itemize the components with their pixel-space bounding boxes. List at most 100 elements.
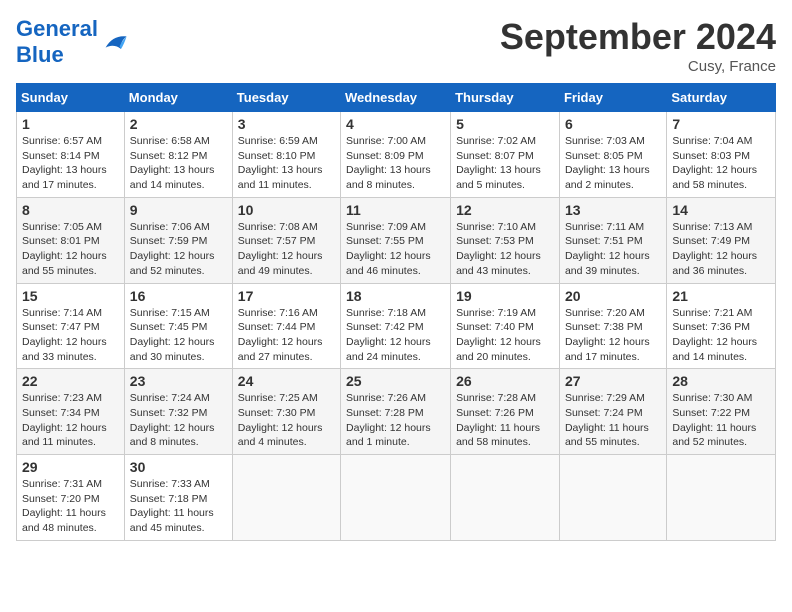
- day-number: 28: [672, 373, 770, 389]
- day-detail: Sunrise: 6:59 AM Sunset: 8:10 PM Dayligh…: [238, 134, 335, 193]
- logo-bird-icon: [100, 28, 128, 56]
- day-number: 3: [238, 116, 335, 132]
- day-number: 29: [22, 459, 119, 475]
- calendar-cell: 6 Sunrise: 7:03 AM Sunset: 8:05 PM Dayli…: [559, 112, 666, 198]
- day-detail: Sunrise: 7:10 AM Sunset: 7:53 PM Dayligh…: [456, 220, 554, 279]
- day-number: 12: [456, 202, 554, 218]
- calendar-cell: 26 Sunrise: 7:28 AM Sunset: 7:26 PM Dayl…: [451, 369, 560, 455]
- day-number: 25: [346, 373, 445, 389]
- day-detail: Sunrise: 7:09 AM Sunset: 7:55 PM Dayligh…: [346, 220, 445, 279]
- day-detail: Sunrise: 7:20 AM Sunset: 7:38 PM Dayligh…: [565, 306, 661, 365]
- calendar-cell: 13 Sunrise: 7:11 AM Sunset: 7:51 PM Dayl…: [559, 197, 666, 283]
- logo-general: General: [16, 16, 98, 41]
- calendar-cell: [667, 455, 776, 541]
- calendar-cell: 21 Sunrise: 7:21 AM Sunset: 7:36 PM Dayl…: [667, 283, 776, 369]
- day-detail: Sunrise: 6:57 AM Sunset: 8:14 PM Dayligh…: [22, 134, 119, 193]
- day-detail: Sunrise: 7:18 AM Sunset: 7:42 PM Dayligh…: [346, 306, 445, 365]
- day-number: 20: [565, 288, 661, 304]
- calendar-cell: 14 Sunrise: 7:13 AM Sunset: 7:49 PM Dayl…: [667, 197, 776, 283]
- calendar-cell: 7 Sunrise: 7:04 AM Sunset: 8:03 PM Dayli…: [667, 112, 776, 198]
- calendar-week-row: 15 Sunrise: 7:14 AM Sunset: 7:47 PM Dayl…: [17, 283, 776, 369]
- month-title: September 2024: [500, 16, 776, 58]
- day-number: 13: [565, 202, 661, 218]
- calendar-cell: 19 Sunrise: 7:19 AM Sunset: 7:40 PM Dayl…: [451, 283, 560, 369]
- day-number: 4: [346, 116, 445, 132]
- header-thursday: Thursday: [451, 84, 560, 112]
- day-detail: Sunrise: 7:02 AM Sunset: 8:07 PM Dayligh…: [456, 134, 554, 193]
- calendar-week-row: 29 Sunrise: 7:31 AM Sunset: 7:20 PM Dayl…: [17, 455, 776, 541]
- day-number: 7: [672, 116, 770, 132]
- day-number: 11: [346, 202, 445, 218]
- calendar-cell: [232, 455, 340, 541]
- day-detail: Sunrise: 7:03 AM Sunset: 8:05 PM Dayligh…: [565, 134, 661, 193]
- calendar-cell: 18 Sunrise: 7:18 AM Sunset: 7:42 PM Dayl…: [341, 283, 451, 369]
- days-header-row: Sunday Monday Tuesday Wednesday Thursday…: [17, 84, 776, 112]
- day-number: 19: [456, 288, 554, 304]
- calendar-week-row: 8 Sunrise: 7:05 AM Sunset: 8:01 PM Dayli…: [17, 197, 776, 283]
- calendar-cell: 30 Sunrise: 7:33 AM Sunset: 7:18 PM Dayl…: [124, 455, 232, 541]
- header-tuesday: Tuesday: [232, 84, 340, 112]
- day-detail: Sunrise: 7:26 AM Sunset: 7:28 PM Dayligh…: [346, 391, 445, 450]
- calendar-cell: 22 Sunrise: 7:23 AM Sunset: 7:34 PM Dayl…: [17, 369, 125, 455]
- calendar-cell: 20 Sunrise: 7:20 AM Sunset: 7:38 PM Dayl…: [559, 283, 666, 369]
- day-detail: Sunrise: 7:29 AM Sunset: 7:24 PM Dayligh…: [565, 391, 661, 450]
- day-number: 18: [346, 288, 445, 304]
- day-number: 16: [130, 288, 227, 304]
- calendar-cell: 16 Sunrise: 7:15 AM Sunset: 7:45 PM Dayl…: [124, 283, 232, 369]
- day-detail: Sunrise: 7:19 AM Sunset: 7:40 PM Dayligh…: [456, 306, 554, 365]
- day-detail: Sunrise: 6:58 AM Sunset: 8:12 PM Dayligh…: [130, 134, 227, 193]
- header-sunday: Sunday: [17, 84, 125, 112]
- calendar-cell: 4 Sunrise: 7:00 AM Sunset: 8:09 PM Dayli…: [341, 112, 451, 198]
- day-detail: Sunrise: 7:23 AM Sunset: 7:34 PM Dayligh…: [22, 391, 119, 450]
- calendar-cell: [341, 455, 451, 541]
- logo-text: General Blue: [16, 16, 98, 68]
- calendar-cell: 5 Sunrise: 7:02 AM Sunset: 8:07 PM Dayli…: [451, 112, 560, 198]
- calendar-table: Sunday Monday Tuesday Wednesday Thursday…: [16, 83, 776, 541]
- header-saturday: Saturday: [667, 84, 776, 112]
- day-number: 10: [238, 202, 335, 218]
- calendar-week-row: 1 Sunrise: 6:57 AM Sunset: 8:14 PM Dayli…: [17, 112, 776, 198]
- day-detail: Sunrise: 7:13 AM Sunset: 7:49 PM Dayligh…: [672, 220, 770, 279]
- calendar-cell: 24 Sunrise: 7:25 AM Sunset: 7:30 PM Dayl…: [232, 369, 340, 455]
- day-number: 6: [565, 116, 661, 132]
- calendar-cell: 8 Sunrise: 7:05 AM Sunset: 8:01 PM Dayli…: [17, 197, 125, 283]
- calendar-cell: 11 Sunrise: 7:09 AM Sunset: 7:55 PM Dayl…: [341, 197, 451, 283]
- calendar-cell: 9 Sunrise: 7:06 AM Sunset: 7:59 PM Dayli…: [124, 197, 232, 283]
- calendar-week-row: 22 Sunrise: 7:23 AM Sunset: 7:34 PM Dayl…: [17, 369, 776, 455]
- calendar-cell: 17 Sunrise: 7:16 AM Sunset: 7:44 PM Dayl…: [232, 283, 340, 369]
- title-block: September 2024 Cusy, France: [500, 16, 776, 75]
- day-detail: Sunrise: 7:08 AM Sunset: 7:57 PM Dayligh…: [238, 220, 335, 279]
- day-detail: Sunrise: 7:16 AM Sunset: 7:44 PM Dayligh…: [238, 306, 335, 365]
- header-wednesday: Wednesday: [341, 84, 451, 112]
- day-detail: Sunrise: 7:30 AM Sunset: 7:22 PM Dayligh…: [672, 391, 770, 450]
- logo-blue: Blue: [16, 42, 64, 67]
- calendar-cell: 25 Sunrise: 7:26 AM Sunset: 7:28 PM Dayl…: [341, 369, 451, 455]
- calendar-cell: 28 Sunrise: 7:30 AM Sunset: 7:22 PM Dayl…: [667, 369, 776, 455]
- day-number: 9: [130, 202, 227, 218]
- day-number: 1: [22, 116, 119, 132]
- day-number: 5: [456, 116, 554, 132]
- page-header: General Blue September 2024 Cusy, France: [16, 16, 776, 75]
- day-detail: Sunrise: 7:21 AM Sunset: 7:36 PM Dayligh…: [672, 306, 770, 365]
- day-detail: Sunrise: 7:33 AM Sunset: 7:18 PM Dayligh…: [130, 477, 227, 536]
- day-number: 15: [22, 288, 119, 304]
- day-number: 2: [130, 116, 227, 132]
- calendar-cell: 27 Sunrise: 7:29 AM Sunset: 7:24 PM Dayl…: [559, 369, 666, 455]
- day-detail: Sunrise: 7:28 AM Sunset: 7:26 PM Dayligh…: [456, 391, 554, 450]
- calendar-cell: 1 Sunrise: 6:57 AM Sunset: 8:14 PM Dayli…: [17, 112, 125, 198]
- calendar-cell: 3 Sunrise: 6:59 AM Sunset: 8:10 PM Dayli…: [232, 112, 340, 198]
- day-number: 17: [238, 288, 335, 304]
- calendar-cell: 12 Sunrise: 7:10 AM Sunset: 7:53 PM Dayl…: [451, 197, 560, 283]
- day-detail: Sunrise: 7:14 AM Sunset: 7:47 PM Dayligh…: [22, 306, 119, 365]
- calendar-cell: 2 Sunrise: 6:58 AM Sunset: 8:12 PM Dayli…: [124, 112, 232, 198]
- day-detail: Sunrise: 7:15 AM Sunset: 7:45 PM Dayligh…: [130, 306, 227, 365]
- logo: General Blue: [16, 16, 128, 68]
- header-friday: Friday: [559, 84, 666, 112]
- day-number: 30: [130, 459, 227, 475]
- calendar-cell: 29 Sunrise: 7:31 AM Sunset: 7:20 PM Dayl…: [17, 455, 125, 541]
- day-number: 23: [130, 373, 227, 389]
- day-number: 21: [672, 288, 770, 304]
- day-number: 22: [22, 373, 119, 389]
- calendar-cell: 23 Sunrise: 7:24 AM Sunset: 7:32 PM Dayl…: [124, 369, 232, 455]
- day-detail: Sunrise: 7:11 AM Sunset: 7:51 PM Dayligh…: [565, 220, 661, 279]
